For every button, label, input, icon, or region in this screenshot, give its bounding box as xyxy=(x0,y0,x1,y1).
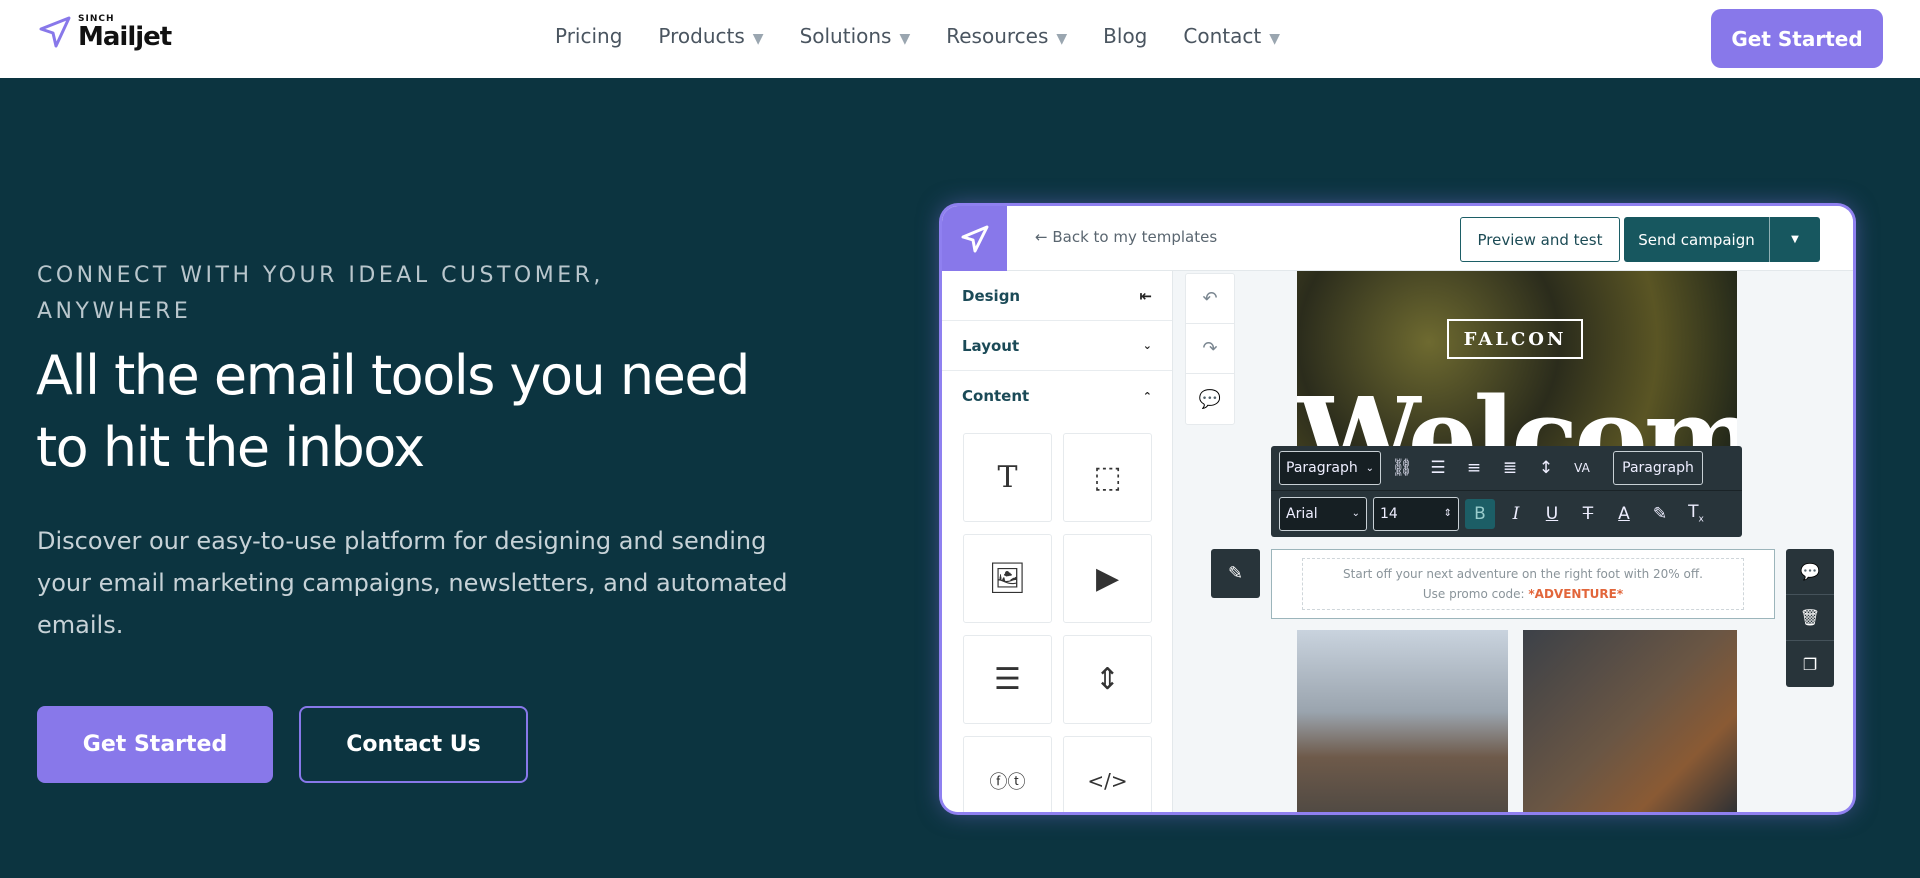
promo-text-block[interactable]: Start off your next adventure on the rig… xyxy=(1271,549,1775,619)
nav-links: Pricing Products ▼ Solutions ▼ Resources ▼ Blog… xyxy=(555,24,1280,48)
duplicate-icon[interactable]: ❐ xyxy=(1786,641,1834,687)
strikethrough-icon[interactable]: T xyxy=(1573,504,1603,524)
nav-link-label: Pricing xyxy=(555,24,623,48)
history-tools: ↶ ↷ 💬 xyxy=(1185,273,1235,425)
editor-logo xyxy=(942,206,1007,271)
chevron-up-icon: ⌃ xyxy=(1142,389,1152,403)
font-select[interactable]: Arial ⌄ xyxy=(1279,496,1367,531)
divider-block-icon[interactable]: ☰ xyxy=(963,635,1052,724)
arrow-left-icon: ← xyxy=(1035,228,1053,246)
block-style-select[interactable]: Paragraph ⌄ xyxy=(1279,451,1381,485)
clear-format-icon[interactable]: Tx xyxy=(1681,502,1711,524)
nav-link-label: Blog xyxy=(1103,24,1148,48)
chevron-down-icon: ▼ xyxy=(1269,31,1280,47)
get-started-button[interactable]: Get Started xyxy=(37,706,273,783)
nav-link-contact[interactable]: Contact ▼ xyxy=(1183,24,1280,48)
preview-and-test-button[interactable]: Preview and test xyxy=(1460,217,1620,262)
edit-pencil-icon[interactable]: ✎ xyxy=(1211,549,1260,598)
collapse-panel-icon[interactable]: ⇤ xyxy=(1139,287,1152,305)
text-color-icon[interactable]: A xyxy=(1609,504,1639,524)
italic-icon[interactable]: I xyxy=(1501,504,1531,524)
back-to-templates-link[interactable]: ← Back to my templates xyxy=(1035,228,1217,246)
editor-mockup: ← Back to my templates Preview and test … xyxy=(942,206,1853,812)
nav-link-resources[interactable]: Resources ▼ xyxy=(946,24,1067,48)
paragraph-style-button[interactable]: Paragraph xyxy=(1613,451,1703,485)
nav-get-started-button[interactable]: Get Started xyxy=(1711,9,1883,68)
font-size-stepper[interactable]: 14 ⇕ xyxy=(1373,496,1459,531)
panel-content[interactable]: Content ⌃ xyxy=(942,371,1172,421)
design-label: Design xyxy=(962,286,1021,305)
block-actions: 💬 🗑 ❐ xyxy=(1786,549,1834,687)
line-height-icon[interactable]: ↕ xyxy=(1531,458,1561,478)
html-block-icon[interactable]: </> xyxy=(1063,736,1152,812)
bold-icon[interactable]: B xyxy=(1465,498,1495,529)
image-block-icon[interactable]: 🖼 xyxy=(963,534,1052,623)
panel-layout[interactable]: Layout ⌄ xyxy=(942,321,1172,371)
send-campaign-group: Send campaign ▼ xyxy=(1624,217,1820,262)
nav-link-label: Products xyxy=(658,24,745,48)
top-nav: SINCH Mailjet Pricing Products ▼ Solutions ▼ R… xyxy=(0,0,1920,78)
brand-name: Mailjet xyxy=(78,22,172,52)
social-block-icon[interactable]: ⓕⓣ xyxy=(963,736,1052,812)
promo-label: Use promo code: xyxy=(1422,587,1529,601)
spacer-block-icon[interactable]: ⇕ xyxy=(1063,635,1152,724)
trash-icon[interactable]: 🗑 xyxy=(1786,595,1834,641)
caret-down-icon[interactable]: ▼ xyxy=(1770,217,1820,262)
email-headline: Welcome xyxy=(1297,373,1737,450)
chevron-down-icon: ▼ xyxy=(1056,31,1068,47)
nav-link-label: Resources xyxy=(946,24,1049,48)
nav-link-products[interactable]: Products ▼ xyxy=(658,24,763,48)
hiker-photo[interactable] xyxy=(1297,630,1508,812)
text-block-icon[interactable]: T xyxy=(963,433,1052,522)
boots-photo[interactable] xyxy=(1523,630,1737,812)
button-block-icon[interactable]: ⬚ xyxy=(1063,433,1152,522)
nav-link-blog[interactable]: Blog xyxy=(1103,24,1147,48)
promo-code: *ADVENTURE* xyxy=(1528,587,1624,601)
bullet-list-icon[interactable]: ☰ xyxy=(1423,458,1453,478)
content-label: Content xyxy=(962,387,1030,405)
block-style-value: Paragraph xyxy=(1286,460,1358,476)
chevron-down-icon: ▼ xyxy=(899,31,911,47)
comment-icon[interactable]: 💬 xyxy=(1186,374,1234,424)
email-hero-image[interactable]: FALCON Welcome xyxy=(1297,271,1737,449)
paper-plane-icon xyxy=(39,16,71,48)
underline-icon[interactable]: U xyxy=(1537,504,1567,524)
hero-title: All the email tools you need to hit the … xyxy=(36,344,750,479)
paper-plane-icon xyxy=(961,225,988,252)
unlink-icon[interactable]: ⛓ xyxy=(1387,458,1417,478)
nav-link-label: Contact xyxy=(1183,24,1262,48)
send-campaign-button[interactable]: Send campaign xyxy=(1624,217,1770,262)
hero-description: Discover our easy-to-use platform for de… xyxy=(37,527,788,639)
text-toolbar: Paragraph ⌄ ⛓ ☰ ≡ ≣ ↕ VA Paragraph Arial ⌄… xyxy=(1271,446,1742,537)
mailjet-logo[interactable]: SINCH Mailjet xyxy=(38,14,172,52)
numbered-list-icon[interactable]: ≡ xyxy=(1459,458,1489,478)
comment-icon[interactable]: 💬 xyxy=(1786,549,1834,595)
layout-label: Layout xyxy=(962,336,1020,355)
letter-spacing-icon[interactable]: VA xyxy=(1567,461,1597,475)
contact-us-button[interactable]: Contact Us xyxy=(299,706,528,783)
video-block-icon[interactable]: ▶ xyxy=(1063,534,1152,623)
hero-eyebrow: CONNECT WITH YOUR IDEAL CUSTOMER, ANYWHE… xyxy=(37,263,604,324)
falcon-logo: FALCON xyxy=(1447,319,1583,359)
nav-link-label: Solutions xyxy=(799,24,892,48)
nav-link-pricing[interactable]: Pricing xyxy=(555,24,622,48)
promo-line: Start off your next adventure on the rig… xyxy=(1343,567,1703,581)
redo-icon[interactable]: ↷ xyxy=(1186,324,1234,374)
chevron-down-icon: ▼ xyxy=(752,31,764,47)
nav-link-solutions[interactable]: Solutions ▼ xyxy=(800,24,911,48)
font-value: Arial xyxy=(1286,505,1318,522)
left-panel: Design ⇤ Layout ⌄ Content ⌃ T ⬚ 🖼 ▶ ☰ ⇕ ⓕⓣ … xyxy=(942,271,1173,812)
panel-design[interactable]: Design ⇤ xyxy=(942,271,1172,321)
back-label: Back to my templates xyxy=(1052,228,1218,246)
align-left-icon[interactable]: ≣ xyxy=(1495,458,1525,478)
highlight-icon[interactable]: ✎ xyxy=(1645,504,1675,524)
editor-header: ← Back to my templates Preview and test … xyxy=(942,206,1853,271)
undo-icon[interactable]: ↶ xyxy=(1186,274,1234,324)
font-size-value: 14 xyxy=(1380,505,1398,522)
chevron-down-icon: ⌄ xyxy=(1142,339,1152,352)
